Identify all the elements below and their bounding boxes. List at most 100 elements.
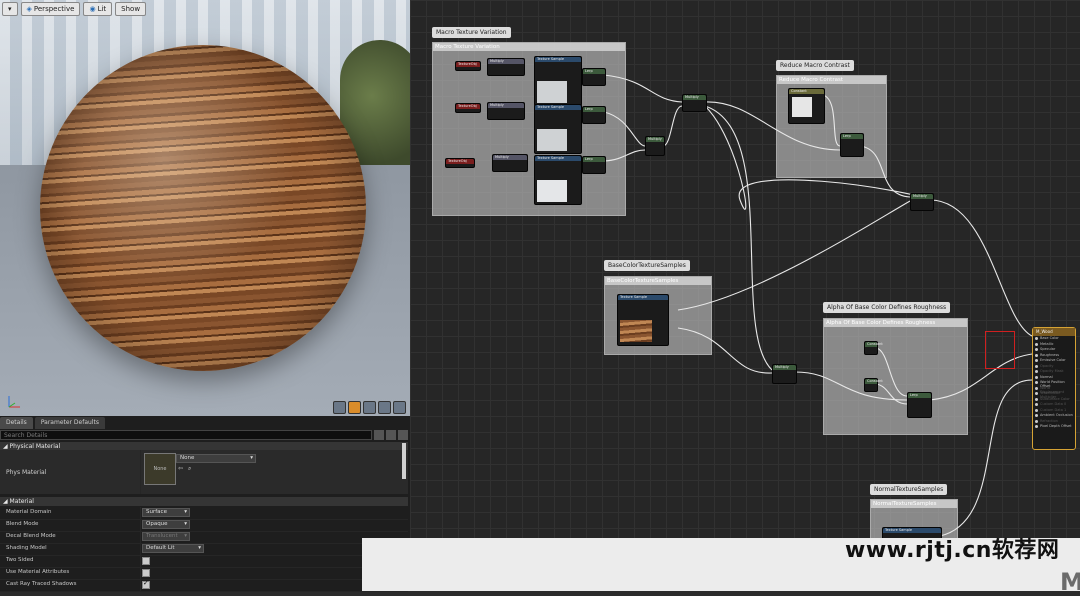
search-icon[interactable] [374,430,384,440]
texture-param-node[interactable]: TextureObj [455,103,481,113]
material-domain-value: Surface [146,509,167,515]
constant-preview [792,97,812,117]
chevron-down-icon: ▾ [250,455,253,461]
viewport-options-button[interactable]: ▾ [2,2,18,16]
texture-sample-node[interactable]: Texture Sample [534,56,582,106]
browse-search-icon[interactable]: ⌕ [188,465,191,473]
custom-mesh-preview-icon[interactable] [393,401,406,414]
node-header: Multiply [488,59,524,64]
show-label: Show [121,5,141,13]
watermark-text: www.rjtj.cn软荐网 [845,538,1060,563]
view-options-icon[interactable] [386,430,396,440]
column-divider [140,543,141,555]
node-header: TextureObj [456,62,480,67]
details-scrollbar[interactable] [402,443,406,479]
node-header: Multiply [646,137,664,142]
column-divider [140,531,141,543]
material-graph-canvas[interactable]: Macro Texture Variation Macro Texture Va… [410,0,1080,591]
node-header: Multiply [488,103,524,108]
texture-preview [537,81,567,103]
material-domain-select[interactable]: Surface ▾ [142,508,190,517]
phys-material-label: Phys Material [6,469,47,476]
material-result-node[interactable]: M_Wood Base Color Metallic Specular Roug… [1032,327,1076,450]
lerp-node[interactable]: Lerp [582,68,606,86]
phys-material-value: None [180,455,195,461]
highlight-box [985,331,1015,369]
blend-mode-select[interactable]: Opaque ▾ [142,520,190,529]
texture-sample-node[interactable]: Texture Sample [534,155,582,205]
node-header: Constant [865,342,883,347]
shading-model-select[interactable]: Default Lit ▾ [142,544,204,553]
category-material-label: Material [9,498,34,505]
multiply-node[interactable]: Multiply [487,102,525,120]
material-preview-viewport[interactable]: ▾ ◈ Perspective ◉ Lit Show [0,0,410,416]
phys-material-row: Phys Material None None ▾ ⇦ ⌕ [0,450,408,494]
constant-node[interactable]: Constant [864,378,883,392]
add-node[interactable]: Multiply [645,136,665,156]
constant-node[interactable]: Constant [864,341,883,355]
lit-button[interactable]: ◉ Lit [83,2,113,16]
cast-ray-traced-shadows-checkbox[interactable] [142,579,150,589]
cube-preview-icon[interactable] [378,401,391,414]
decal-blend-mode-value: Translucent [146,533,178,539]
lerp-node[interactable]: Lerp [840,133,864,157]
texture-preview [537,129,567,151]
lerp-node[interactable]: Lerp [907,392,932,418]
blend-mode-label: Blend Mode [6,521,39,527]
two-sided-checkbox[interactable] [142,557,150,565]
multiply-node[interactable]: Multiply [910,193,934,211]
node-header: Multiply [911,194,933,199]
column-divider [140,519,141,531]
use-selected-arrow-icon[interactable]: ⇦ [178,465,183,472]
details-panel: Details Parameter Defaults Search Detail… [0,416,410,592]
two-sided-label: Two Sided [6,557,34,563]
result-node-title: M_Wood [1033,328,1075,336]
use-material-attributes-label: Use Material Attributes [6,569,70,575]
column-divider [140,507,141,519]
camera-icon: ◈ [26,5,32,13]
base-color-texture-sample-node[interactable]: Texture Sample [617,294,669,346]
details-search-input[interactable]: Search Details [0,430,372,440]
cast-ray-traced-shadows-label: Cast Ray Traced Shadows [6,581,77,587]
use-material-attributes-checkbox[interactable] [142,569,150,577]
preview-shape-buttons [333,401,406,414]
wood-texture-preview [620,320,652,342]
perspective-button[interactable]: ◈ Perspective [20,2,81,16]
texture-param-node[interactable]: TextureObj [455,61,481,71]
constant-node[interactable]: Constant [788,88,825,124]
tab-parameter-defaults[interactable]: Parameter Defaults [34,417,105,429]
multiply-node[interactable]: Multiply [487,58,525,76]
multiply-node[interactable]: Multiply [682,94,707,112]
lerp-node[interactable]: Lerp [582,156,606,174]
node-header: Constant [789,89,824,94]
connection-wires [603,74,1033,537]
details-tabs: Details Parameter Defaults [0,417,105,430]
shading-model-label: Shading Model [6,545,47,551]
multiply-node[interactable]: Multiply [492,154,528,172]
node-header: Lerp [908,393,931,398]
node-header: Multiply [773,365,796,370]
column-divider [140,567,141,579]
chevron-down-icon: ▾ [184,509,187,515]
texture-param-node[interactable]: TextureObj [445,158,475,168]
cylinder-preview-icon[interactable] [333,401,346,414]
show-button[interactable]: Show [115,2,147,16]
category-physical-material-label: Physical Material [9,443,61,450]
phys-material-combo[interactable]: None ▾ [176,454,256,463]
node-header: Lerp [583,107,605,112]
node-header: Multiply [683,95,706,100]
eye-icon[interactable] [398,430,408,440]
category-material[interactable]: ◢ Material [0,497,408,506]
texture-sample-node[interactable]: Texture Sample [534,104,582,154]
node-header: Lerp [841,134,863,139]
plane-preview-icon[interactable] [363,401,376,414]
node-header: Texture Sample [618,295,668,300]
phys-material-thumbnail[interactable]: None [144,453,176,485]
multiply-node[interactable]: Multiply [772,364,797,384]
pin-pixel-depth-offset[interactable]: Pixel Depth Offset [1033,424,1075,430]
lerp-node[interactable]: Lerp [582,106,606,124]
sphere-preview-icon[interactable] [348,401,361,414]
decal-blend-mode-label: Decal Blend Mode [6,533,56,539]
node-header: Texture Sample [535,57,581,62]
tab-details[interactable]: Details [0,417,33,429]
